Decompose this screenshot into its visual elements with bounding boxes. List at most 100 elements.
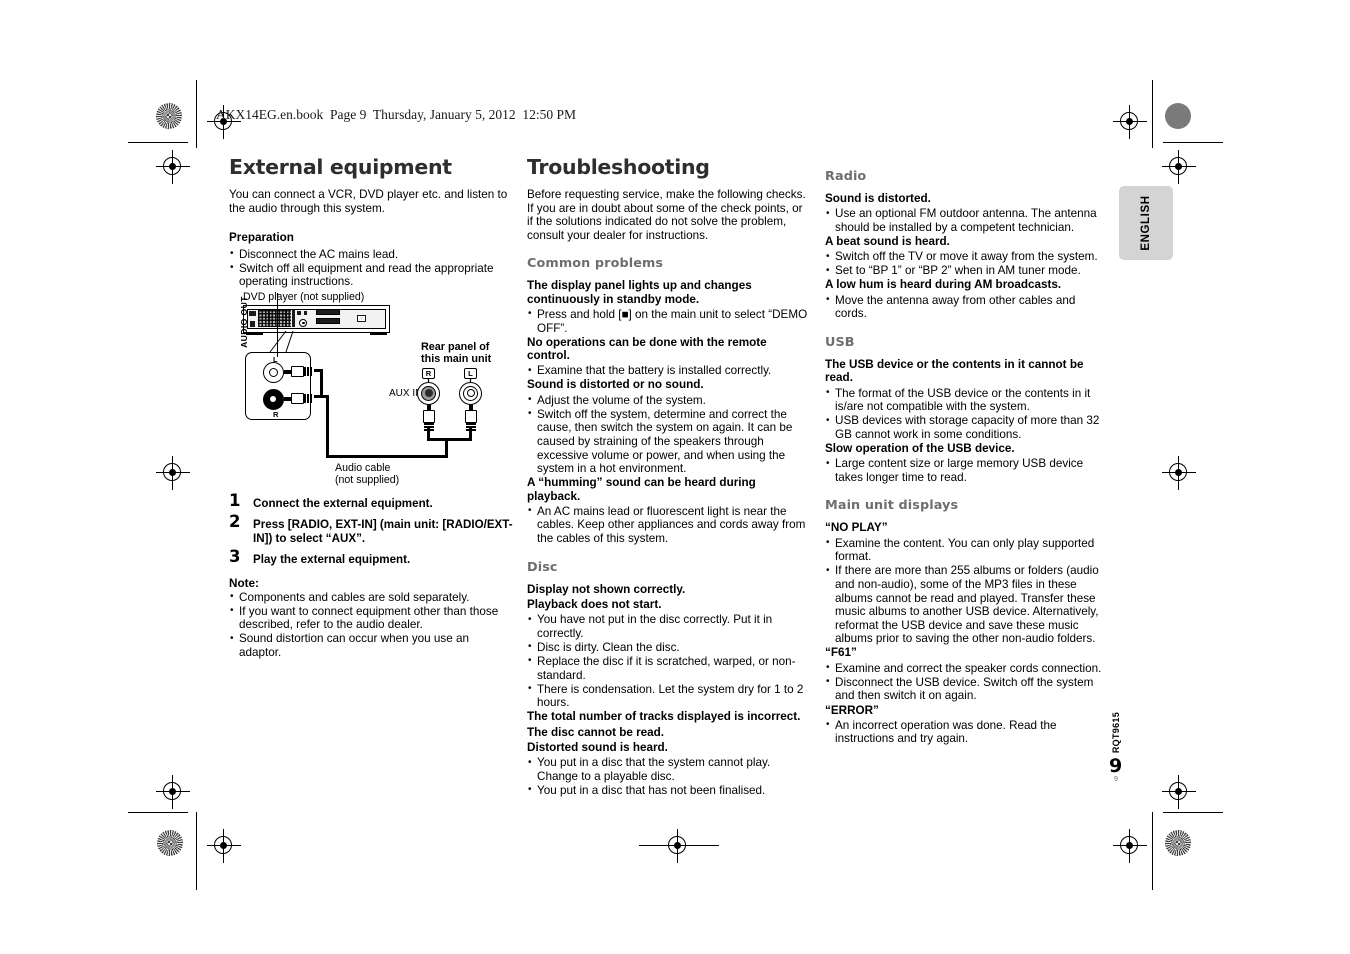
crop-line-bottom-right-v [1152, 812, 1153, 890]
dvd-knob [299, 318, 307, 327]
troubleshooting-entry: “ERROR”An incorrect operation was done. … [825, 704, 1109, 746]
troubleshooting-solution-item: Examine that the battery is installed co… [527, 364, 811, 378]
troubleshooting-solution-item: Use an optional FM outdoor antenna. The … [825, 207, 1109, 234]
document-code: RQT9615 [1111, 712, 1121, 754]
troubleshooting-solution-item: The format of the USB device or the cont… [825, 386, 1109, 414]
troubleshooting-section-heading: USB [825, 334, 855, 350]
dvd-control-panel [258, 309, 291, 327]
troubleshooting-symptom: The display panel lights up and changes … [527, 279, 752, 306]
troubleshooting-symptom: A low hum is heard during AM broadcasts. [825, 278, 1062, 292]
cable-segment-left-drop [320, 368, 323, 395]
step-item: 1 Connect the external equipment. [229, 490, 513, 510]
halftone-target-bottom-left [157, 830, 183, 856]
preparation-heading: Preparation [229, 231, 294, 245]
troubleshooting-solution-item: Disc is dirty. Clean the disc. [527, 640, 811, 655]
cable-segment-bottom-run [326, 454, 448, 458]
dvd-foot-right [370, 332, 387, 336]
troubleshooting-solution-item: An AC mains lead or fluorescent light is… [527, 504, 811, 546]
note-item: If you want to connect equipment other t… [229, 604, 513, 632]
crop-line-top-right-v [1152, 80, 1153, 148]
troubleshooting-solution-item: An incorrect operation was done. Read th… [825, 718, 1109, 746]
troubleshooting-solution-item: You put in a disc that the system cannot… [527, 756, 811, 783]
troubleshooting-symptom: A “humming” sound can be heard during pl… [527, 476, 756, 503]
crop-line-bottom-right-h [1163, 812, 1223, 813]
halftone-dot-top-right [1165, 103, 1191, 129]
troubleshooting-symptom: “F61” [825, 646, 857, 660]
troubleshooting-solution-item: Switch off the system, determine and cor… [527, 407, 811, 476]
crop-line-top-right-h [1163, 142, 1223, 143]
step-item: 2 Press [RADIO, EXT-IN] (main unit: [RADI… [229, 512, 513, 545]
registration-mark-bottom-left-b [207, 829, 241, 863]
troubleshooting-symptom: Display not shown correctly. [527, 582, 686, 596]
dvd-tray-slot-upper [316, 308, 340, 315]
troubleshooting-entry: “NO PLAY”Examine the content. You can on… [825, 521, 1109, 646]
audio-out-right-label: R [273, 409, 279, 419]
troubleshooting-solution-list: An incorrect operation was done. Read th… [825, 718, 1109, 746]
troubleshooting-solution-item: Set to “BP 1” or “BP 2” when in AM tuner… [825, 264, 1109, 278]
preparation-item: Disconnect the AC mains lead. [229, 247, 513, 262]
registration-mark-bottom-center [661, 829, 695, 863]
step-number: 2 [229, 512, 241, 532]
troubleshooting-entry: No operations can be done with the remot… [527, 336, 811, 378]
troubleshooting-entry: A beat sound is heard. Switch off the TV … [825, 235, 1109, 278]
halftone-target-bottom-right [1165, 830, 1191, 856]
troubleshooting-solution-item: Press and hold [■] on the main unit to s… [527, 307, 811, 335]
troubleshooting-solution-list: Examine and correct the speaker cords co… [825, 661, 1109, 703]
troubleshooting-section-heading: Common problems [527, 256, 664, 272]
troubleshooting-symptom: Slow operation of the USB device. [825, 441, 1015, 455]
page-title-troubleshooting: Troubleshooting [527, 155, 710, 179]
troubleshooting-intro: Before requesting service, make the foll… [527, 188, 806, 242]
registration-mark-bottom-right-b [1113, 829, 1147, 863]
step-number: 1 [229, 490, 241, 510]
troubleshooting-symptom: Sound is distorted or no sound. [527, 378, 704, 392]
troubleshooting-entry: Sound is distorted or no sound.Adjust th… [527, 378, 811, 475]
troubleshooting-solution-item: Replace the disc if it is scratched, war… [527, 654, 811, 682]
aux-plug-left [464, 403, 477, 436]
note-heading: Note: [229, 576, 259, 590]
aux-in-jack-left [459, 381, 482, 405]
dvd-tray-slot-lower [316, 317, 340, 324]
troubleshooting-solution-item: Disconnect the USB device. Switch off th… [825, 675, 1109, 703]
page-title-external-equipment: External equipment [229, 155, 452, 179]
troubleshooting-symptom: The disc cannot be read. [527, 725, 665, 739]
troubleshooting-entry: The total number of tracks displayed is … [527, 710, 811, 797]
dvd-display-icon [357, 314, 366, 322]
crop-line-bottom-center-h-right [695, 845, 719, 846]
page-number: 9 [1109, 755, 1123, 777]
registration-mark-left-lower [156, 456, 190, 490]
troubleshooting-solution-list: Large content size or large memory USB d… [825, 457, 1109, 484]
troubleshooting-solution-list: Press and hold [■] on the main unit to s… [527, 307, 811, 335]
connection-diagram: DVD player (not supplied) AUDIO OUT L R … [229, 291, 513, 487]
preparation-item: Switch off all equipment and read the ap… [229, 261, 513, 289]
cable-segment-right-riser [445, 437, 448, 458]
troubleshooting-solution-item: You put in a disc that has not been fina… [527, 783, 811, 798]
registration-mark-right-lower [1162, 456, 1196, 490]
step-text: Connect the external equipment. [253, 496, 433, 510]
troubleshooting-solution-list: Examine the content. You can only play s… [825, 536, 1109, 646]
troubleshooting-sections-continued: Radio Sound is distorted. Use an optional … [825, 169, 1109, 746]
aux-in-jack-right [417, 381, 440, 405]
aux-in-l-tag: L [464, 367, 477, 379]
troubleshooting-entry: A low hum is heard during AM broadcasts.… [825, 278, 1109, 320]
audio-cable-label-line2: (not supplied) [335, 473, 400, 486]
preparation-list: Disconnect the AC mains lead.Switch off … [229, 247, 513, 289]
registration-mark-left-upper [156, 150, 190, 184]
audio-out-jack-left [263, 361, 284, 383]
registration-mark-top-right-a [1113, 105, 1147, 139]
audio-out-jack-right [263, 388, 284, 410]
troubleshooting-solution-item: Adjust the volume of the system. [527, 393, 811, 408]
registration-mark-right-upper [1162, 150, 1196, 184]
column-troubleshooting: Troubleshooting Before requesting servic… [527, 155, 811, 798]
troubleshooting-symptom: The total number of tracks displayed is … [527, 710, 801, 724]
registration-mark-bottom-right-a [1162, 775, 1196, 809]
troubleshooting-section-heading: Main unit displays [825, 498, 959, 514]
troubleshooting-symptom: No operations can be done with the remot… [527, 335, 767, 362]
troubleshooting-symptom: Playback does not start. [527, 597, 662, 611]
troubleshooting-solution-list: Examine that the battery is installed co… [527, 364, 811, 378]
external-equipment-intro: You can connect a VCR, DVD player etc. a… [229, 188, 508, 215]
column-troubleshooting-continued: Radio Sound is distorted. Use an optional … [825, 155, 1109, 747]
external-equipment-steps: 1 Connect the external equipment. 2 Press [… [229, 490, 513, 567]
troubleshooting-symptom: Sound is distorted. [825, 192, 931, 205]
troubleshooting-solution-list: The format of the USB device or the cont… [825, 386, 1109, 442]
troubleshooting-solution-item: Switch off the TV or move it away from t… [825, 250, 1109, 264]
